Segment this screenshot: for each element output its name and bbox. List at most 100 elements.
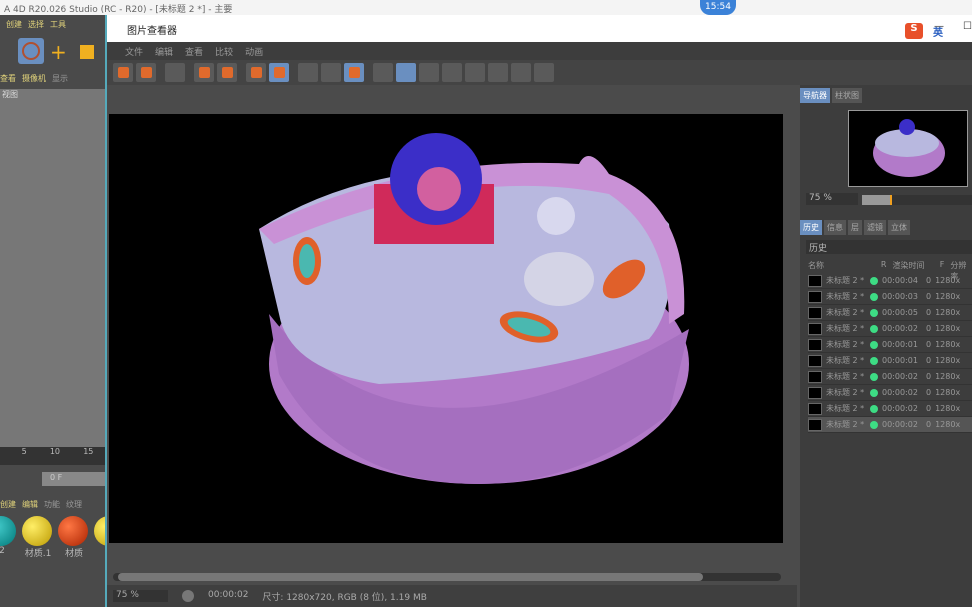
tool-icon[interactable] xyxy=(488,63,508,82)
mat-texture[interactable]: 纹理 xyxy=(66,500,82,509)
status-dot-icon xyxy=(870,372,878,381)
b-icon[interactable] xyxy=(465,63,485,82)
zoom-field[interactable]: 75 % xyxy=(113,590,168,602)
history-row[interactable]: 未标题 2 * 00:00:02 0 1280x xyxy=(808,401,972,417)
fit-icon[interactable] xyxy=(194,63,214,82)
status-dot-icon xyxy=(870,420,878,429)
horizontal-scrollbar[interactable] xyxy=(113,573,781,581)
history-row[interactable]: 未标题 2 * 00:00:02 0 1280x xyxy=(808,321,972,337)
save-icon[interactable] xyxy=(136,63,156,82)
history-row[interactable]: 未标题 2 * 00:00:01 0 1280x xyxy=(808,337,972,353)
status-dot-icon xyxy=(870,404,878,413)
row-res: 1280x xyxy=(935,292,961,301)
select-tool-button[interactable] xyxy=(18,38,44,64)
row-thumbnail xyxy=(808,386,822,399)
menu-display[interactable]: 显示 xyxy=(52,74,68,83)
right-panel: 导航器 柱状图 75 % 历史 信息层滤镜 立体 历史 名称 R 渲染时间 F 分辨率 未标题… xyxy=(800,85,972,607)
user-icon[interactable] xyxy=(217,63,237,82)
menu-edit[interactable]: 编辑 xyxy=(155,48,173,58)
menu-select[interactable]: 选择 xyxy=(28,20,44,29)
tab-layer[interactable]: 层 xyxy=(848,220,862,235)
maximize-button[interactable]: ☐ xyxy=(963,21,972,32)
menu-compare[interactable]: 比较 xyxy=(215,48,233,58)
compare-icon[interactable] xyxy=(344,63,364,82)
viewport[interactable]: 视图 xyxy=(0,89,105,459)
material-menu: 创建 编辑 功能 纹理 xyxy=(0,499,88,510)
row-res: 1280x xyxy=(935,324,961,333)
tab-navigator[interactable]: 导航器 xyxy=(800,88,830,103)
row-time: 00:00:02 xyxy=(882,388,918,397)
layer-icon[interactable] xyxy=(269,63,289,82)
row-name: 未标题 2 * xyxy=(826,372,865,381)
tab-info[interactable]: 信息 xyxy=(824,220,846,235)
tick: 15 xyxy=(83,447,94,456)
row-f: 0 xyxy=(926,340,932,349)
row-name: 未标题 2 * xyxy=(826,324,865,333)
tool3-icon[interactable] xyxy=(534,63,554,82)
mat-create[interactable]: 创建 xyxy=(0,500,16,509)
row-thumbnail xyxy=(808,402,822,415)
app-title: A 4D R20.026 Studio (RC - R20) - [未标题 2 … xyxy=(0,0,972,15)
mat-function[interactable]: 功能 xyxy=(44,500,60,509)
nav-zoom-field[interactable]: 75 % xyxy=(806,193,858,205)
mat-edit[interactable]: 编辑 xyxy=(22,500,38,509)
copy-icon[interactable] xyxy=(246,63,266,82)
row-res: 1280x xyxy=(935,276,961,285)
history-row[interactable]: 未标题 2 * 00:00:05 0 1280x xyxy=(808,305,972,321)
render-image[interactable] xyxy=(109,114,783,543)
material-item[interactable]: 材质 xyxy=(58,516,90,559)
row-time: 00:00:02 xyxy=(882,420,918,429)
material-item[interactable]: 2 xyxy=(0,516,18,559)
status-time: 00:00:02 xyxy=(208,590,249,600)
navigator-thumbnail[interactable] xyxy=(848,110,968,187)
history-header: 历史 xyxy=(806,240,972,254)
grid-icon[interactable] xyxy=(165,63,185,82)
tab-histogram[interactable]: 柱状图 xyxy=(832,88,862,103)
row-time: 00:00:01 xyxy=(882,340,918,349)
row-thumbnail xyxy=(808,290,822,303)
row-f: 0 xyxy=(926,292,932,301)
move-tool-icon[interactable]: + xyxy=(50,40,67,64)
menu-view[interactable]: 查看 xyxy=(0,74,16,83)
play-button[interactable] xyxy=(182,590,194,602)
row-thumbnail xyxy=(808,370,822,383)
tool2-icon[interactable] xyxy=(511,63,531,82)
split-icon[interactable] xyxy=(396,63,416,82)
row-thumbnail xyxy=(808,418,822,431)
tick: 5 xyxy=(21,447,27,456)
ime-lang[interactable]: 英 xyxy=(933,24,943,39)
scrollbar-thumb[interactable] xyxy=(118,573,703,581)
nav-zoom-slider[interactable] xyxy=(862,195,972,205)
scale-tool-icon[interactable] xyxy=(80,45,94,59)
menu-camera[interactable]: 摄像机 xyxy=(22,74,46,83)
viewer-menu: 文件 编辑 查看 比较 动画 xyxy=(107,42,972,60)
region-a-icon[interactable] xyxy=(298,63,318,82)
menu-tools[interactable]: 工具 xyxy=(50,20,66,29)
tab-stereo[interactable]: 立体 xyxy=(888,220,910,235)
history-row[interactable]: 未标题 2 * 00:00:04 0 1280x xyxy=(808,273,972,289)
menu-create[interactable]: 创建 xyxy=(6,20,22,29)
history-row[interactable]: 未标题 2 * 00:00:02 0 1280x xyxy=(808,417,972,433)
tab-filter[interactable]: 滤镜 xyxy=(864,220,886,235)
history-row[interactable]: 未标题 2 * 00:00:02 0 1280x xyxy=(808,385,972,401)
timeline[interactable]: 5 10 15 xyxy=(0,447,105,465)
ab-icon[interactable] xyxy=(373,63,393,82)
menu-file[interactable]: 文件 xyxy=(125,48,143,58)
frame-field[interactable]: 0 F xyxy=(42,472,105,486)
row-res: 1280x xyxy=(935,404,961,413)
status-dot-icon xyxy=(870,388,878,397)
menu-view[interactable]: 查看 xyxy=(185,48,203,58)
row-res: 1280x xyxy=(935,308,961,317)
history-row[interactable]: 未标题 2 * 00:00:02 0 1280x xyxy=(808,369,972,385)
split2-icon[interactable] xyxy=(419,63,439,82)
a-icon[interactable] xyxy=(442,63,462,82)
history-row[interactable]: 未标题 2 * 00:00:03 0 1280x xyxy=(808,289,972,305)
row-thumbnail xyxy=(808,322,822,335)
region-b-icon[interactable] xyxy=(321,63,341,82)
ime-logo-icon[interactable]: S xyxy=(905,23,923,39)
open-icon[interactable] xyxy=(113,63,133,82)
tab-history[interactable]: 历史 xyxy=(800,220,822,235)
menu-animation[interactable]: 动画 xyxy=(245,48,263,58)
material-item[interactable]: 材质.1 xyxy=(22,516,54,559)
history-row[interactable]: 未标题 2 * 00:00:01 0 1280x xyxy=(808,353,972,369)
